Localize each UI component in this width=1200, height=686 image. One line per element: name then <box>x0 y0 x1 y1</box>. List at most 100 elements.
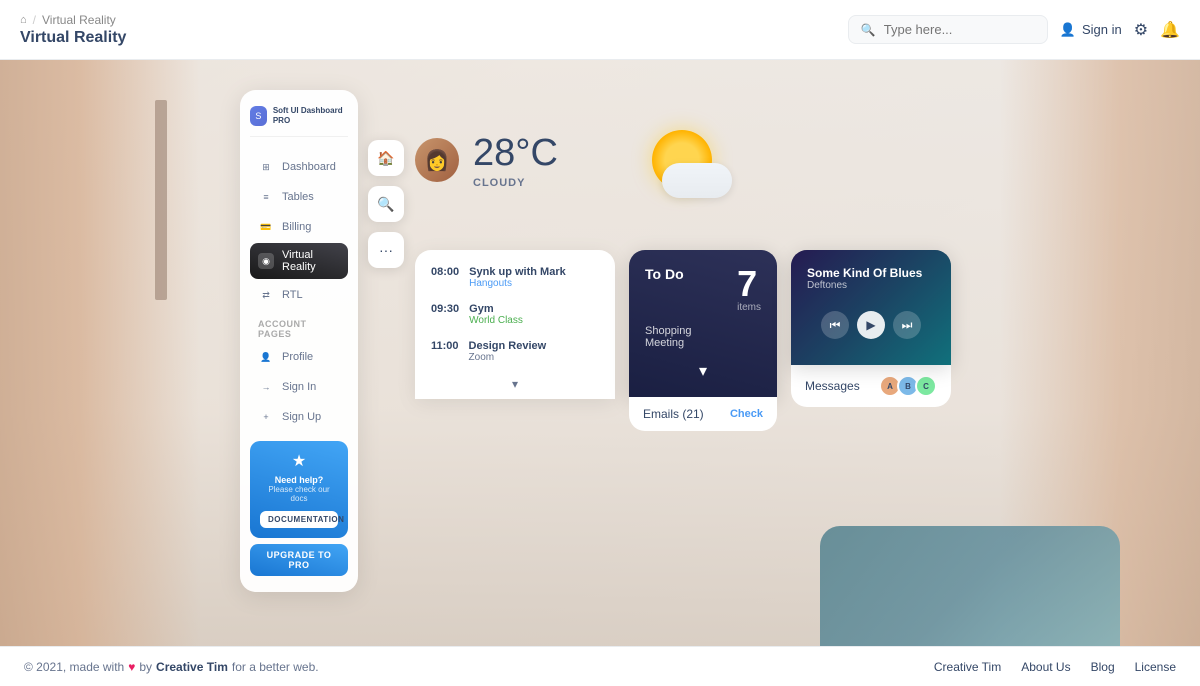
sidebar-item-profile[interactable]: 👤 Profile <box>250 343 348 371</box>
schedule-item-1: 08:00 Synk up with Mark Hangouts <box>431 266 599 289</box>
help-card: ★ Need help? Please check our docs DOCUM… <box>250 441 348 538</box>
schedule-details-3: Design Review Zoom <box>469 340 599 363</box>
sidebar-logo: S Soft UI Dashboard PRO <box>250 106 348 137</box>
upgrade-button[interactable]: UPGRADE TO PRO <box>250 544 348 576</box>
todo-chevron[interactable]: ▾ <box>645 361 761 381</box>
music-play-button[interactable]: ▶ <box>857 311 885 339</box>
footer-suffix: for a better web. <box>232 660 319 674</box>
emails-label: Emails (21) <box>643 407 704 421</box>
todo-widget: To Do 7 items Shopping Meeting ▾ Emails … <box>629 250 777 431</box>
nav-right: 🔍 👤 Sign in ⚙ 🔔 <box>848 15 1180 44</box>
footer-link-license[interactable]: License <box>1135 660 1176 674</box>
fab-more-button[interactable]: ··· <box>368 232 404 268</box>
help-title: Need help? <box>260 475 338 485</box>
music-prev-button[interactable]: ⏮ <box>821 311 849 339</box>
footer-by-text: by <box>139 660 152 674</box>
schedule-sub-1: Hangouts <box>469 278 599 289</box>
rtl-icon: ⇄ <box>258 287 274 303</box>
fab-column: 🏠 🔍 ··· <box>368 140 404 268</box>
bg-curtain-left <box>0 60 200 646</box>
sidebar-item-tables[interactable]: ≡ Tables <box>250 183 348 211</box>
documentation-button[interactable]: DOCUMENTATION <box>260 511 338 528</box>
todo-card: To Do 7 items Shopping Meeting ▾ <box>629 250 777 397</box>
messages-label: Messages <box>805 379 860 393</box>
sidebar-item-virtual-reality[interactable]: ◉ Virtual Reality <box>250 243 348 279</box>
home-icon[interactable]: ⌂ <box>20 14 27 26</box>
footer-brand[interactable]: Creative Tim <box>156 660 228 674</box>
search-box[interactable]: 🔍 <box>848 15 1048 44</box>
todo-tag-shopping: Shopping <box>645 325 761 337</box>
schedule-title-2: Gym <box>469 303 599 315</box>
weather-avatar: 👩 <box>415 138 459 182</box>
sidebar-item-signup[interactable]: + Sign Up <box>250 403 348 431</box>
top-navigation: ⌂ / Virtual Reality Virtual Reality 🔍 👤 … <box>0 0 1200 60</box>
vr-icon: ◉ <box>258 253 274 269</box>
weather-icon-area <box>652 130 712 190</box>
sidebar-item-billing[interactable]: 💳 Billing <box>250 213 348 241</box>
todo-tag-meeting: Meeting <box>645 337 761 349</box>
todo-title: To Do <box>645 266 684 282</box>
music-next-button[interactable]: ⏭ <box>893 311 921 339</box>
schedule-chevron-icon[interactable]: ▾ <box>512 377 518 391</box>
help-star-icon: ★ <box>260 451 338 471</box>
sidebar-item-signin[interactable]: → Sign In <box>250 373 348 401</box>
main-area: S Soft UI Dashboard PRO ⊞ Dashboard ≡ Ta… <box>0 60 1200 646</box>
music-widget: Some Kind Of Blues Deftones ⏮ ▶ ⏭ Messag… <box>791 250 951 431</box>
sidebar-item-rtl[interactable]: ⇄ RTL <box>250 281 348 309</box>
search-icon: 🔍 <box>861 23 876 37</box>
cloud-icon <box>662 163 732 198</box>
bg-door <box>155 100 167 300</box>
fab-search-button[interactable]: 🔍 <box>368 186 404 222</box>
footer-link-creative-tim[interactable]: Creative Tim <box>934 660 1001 674</box>
music-card-inner: Some Kind Of Blues Deftones ⏮ ▶ ⏭ <box>807 266 935 339</box>
breadcrumb: ⌂ / Virtual Reality <box>20 13 126 27</box>
settings-icon[interactable]: ⚙ <box>1134 20 1148 40</box>
breadcrumb-item[interactable]: Virtual Reality <box>42 13 116 27</box>
schedule-details-2: Gym World Class <box>469 303 599 326</box>
logo-icon: S <box>250 106 267 126</box>
weather-widget: 👩 28°C CLOUDY <box>415 130 712 190</box>
footer: © 2021, made with ♥ by Creative Tim for … <box>0 646 1200 686</box>
weather-temperature: 28°C <box>473 132 558 175</box>
schedule-item-2: 09:30 Gym World Class <box>431 303 599 326</box>
sidebar-item-dashboard[interactable]: ⊞ Dashboard <box>250 153 348 181</box>
page-title: Virtual Reality <box>20 29 126 47</box>
bell-icon[interactable]: 🔔 <box>1160 20 1180 40</box>
help-subtitle: Please check our docs <box>260 485 338 503</box>
weather-description: CLOUDY <box>473 177 558 189</box>
schedule-details-1: Synk up with Mark Hangouts <box>469 266 599 289</box>
footer-right: Creative Tim About Us Blog License <box>934 660 1176 674</box>
message-avatar-3: C <box>915 375 937 397</box>
search-input[interactable] <box>884 22 1035 37</box>
todo-count: 7 <box>737 266 761 302</box>
schedule-time-2: 09:30 <box>431 303 459 326</box>
music-artist: Deftones <box>807 280 935 291</box>
todo-count-area: 7 items <box>737 266 761 313</box>
schedule-title-1: Synk up with Mark <box>469 266 599 278</box>
schedule-sub-3: Zoom <box>469 352 599 363</box>
sidebar-logo-text: Soft UI Dashboard PRO <box>273 106 348 125</box>
breadcrumb-separator: / <box>33 13 36 27</box>
schedule-widget: 08:00 Synk up with Mark Hangouts 09:30 G… <box>415 250 615 431</box>
fab-home-button[interactable]: 🏠 <box>368 140 404 176</box>
footer-link-blog[interactable]: Blog <box>1091 660 1115 674</box>
schedule-more[interactable]: ▾ <box>431 377 599 391</box>
schedule-card: 08:00 Synk up with Mark Hangouts 09:30 G… <box>415 250 615 399</box>
signin-icon: → <box>258 379 274 395</box>
signin-button[interactable]: 👤 Sign in <box>1060 22 1122 38</box>
footer-link-about-us[interactable]: About Us <box>1021 660 1070 674</box>
schedule-sub-2: World Class <box>469 315 599 326</box>
messages-avatars: A B C <box>879 375 937 397</box>
signup-icon: + <box>258 409 274 425</box>
emails-check-button[interactable]: Check <box>730 408 763 420</box>
footer-copyright: © 2021, made with <box>24 660 124 674</box>
tables-icon: ≡ <box>258 189 274 205</box>
todo-chevron-icon: ▾ <box>699 361 707 381</box>
schedule-time-3: 11:00 <box>431 340 459 363</box>
nav-left: ⌂ / Virtual Reality Virtual Reality <box>20 13 126 47</box>
billing-icon: 💳 <box>258 219 274 235</box>
schedule-title-3: Design Review <box>469 340 599 352</box>
music-controls: ⏮ ▶ ⏭ <box>807 311 935 339</box>
account-icon: 👤 <box>1060 22 1076 38</box>
weather-info: 28°C CLOUDY <box>473 132 558 189</box>
